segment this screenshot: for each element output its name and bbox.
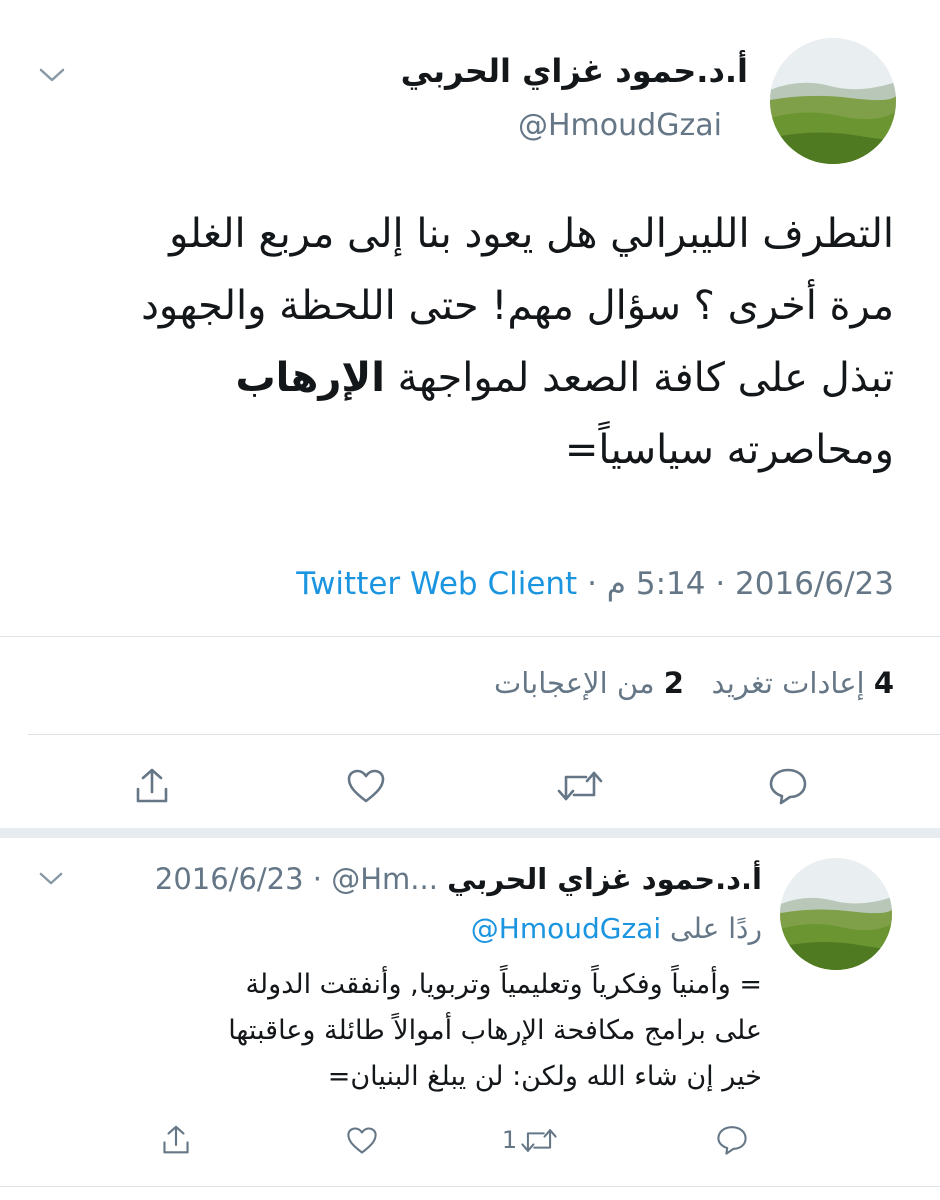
- like-button[interactable]: [340, 760, 392, 812]
- reply-icon: [717, 1126, 747, 1155]
- retweet-icon: [521, 1128, 557, 1152]
- tweet-meta: 2016/6/23 · 5:14 م · Twitter Web Client: [296, 566, 894, 602]
- replying-prefix: ردًا على: [670, 912, 762, 945]
- reply-retweet-button[interactable]: 1: [500, 1118, 560, 1162]
- reply-icon: [769, 768, 807, 805]
- retweet-button[interactable]: [552, 760, 608, 812]
- likes-label[interactable]: من الإعجابات: [494, 666, 655, 700]
- meta-separator: ·: [587, 566, 597, 602]
- tweet-client[interactable]: Twitter Web Client: [296, 566, 577, 602]
- reply-author-handle[interactable]: @Hm...: [331, 862, 438, 896]
- share-icon: [136, 768, 168, 803]
- reply-text-line: = وأمنياً وفكرياً وتعليمياً وتربويا, وأن…: [245, 969, 762, 1000]
- share-button[interactable]: [128, 760, 176, 812]
- reply-date[interactable]: 2016/6/23: [155, 862, 304, 896]
- tweet-time[interactable]: 5:14 م: [607, 566, 706, 602]
- divider: [0, 636, 940, 637]
- meta-separator: ·: [715, 566, 726, 602]
- author-handle[interactable]: @HmoudGzai: [518, 108, 722, 143]
- author-name[interactable]: أ.د.حمود غزاي الحربي: [401, 52, 748, 90]
- reply-retweet-count: 1: [501, 1126, 518, 1154]
- tweet-text-line: التطرف الليبرالي هل يعود بنا إلى مربع ال…: [169, 211, 894, 257]
- tweet-text-line: ومحاصرته سياسياً=: [564, 427, 894, 473]
- reply-reply-button[interactable]: [710, 1118, 754, 1162]
- tweet-date[interactable]: 2016/6/23: [735, 566, 894, 602]
- retweet-icon: [557, 771, 603, 801]
- likes-count[interactable]: 2: [664, 666, 684, 700]
- tweet-text-segment: تبذل على كافة الصعد لمواجهة: [384, 355, 894, 401]
- tweet-stats: 4 إعادات تغريد 2 من الإعجابات: [494, 666, 894, 700]
- reply-author-avatar[interactable]: [780, 858, 892, 970]
- author-avatar[interactable]: [770, 38, 896, 164]
- section-separator: [0, 828, 940, 838]
- chevron-down-icon[interactable]: [38, 66, 66, 88]
- heart-icon: [347, 1126, 377, 1154]
- divider: [28, 734, 940, 735]
- tweet-text: التطرف الليبرالي هل يعود بنا إلى مربع ال…: [34, 198, 894, 486]
- reply-author-name[interactable]: أ.د.حمود غزاي الحربي: [447, 862, 762, 896]
- replying-mention[interactable]: @HmoudGzai: [471, 912, 661, 945]
- retweets-count[interactable]: 4: [874, 666, 894, 700]
- reply-text-line: على برامج مكافحة الإرهاب أموالاً طائلة و…: [228, 1015, 762, 1046]
- reply-share-button[interactable]: [156, 1118, 196, 1162]
- reply-text: = وأمنياً وفكرياً وتعليمياً وتربويا, وأن…: [42, 962, 762, 1100]
- tweet-text-line: مرة أخرى ؟ سؤال مهم! حتى اللحظة والجهود: [141, 283, 894, 329]
- share-icon: [163, 1125, 189, 1154]
- reply-button[interactable]: [762, 760, 814, 812]
- retweets-label[interactable]: إعادات تغريد: [712, 666, 865, 700]
- hashtag-bold: الإرهاب: [235, 355, 385, 401]
- tweet-text-line: تبذل على كافة الصعد لمواجهة الإرهاب: [34, 342, 894, 414]
- heart-icon: [347, 769, 385, 803]
- reply-like-button[interactable]: [340, 1118, 384, 1162]
- replying-to: ردًا على @HmoudGzai: [471, 912, 762, 945]
- reply-text-line: خير إن شاء الله ولكن: لن يبلغ البنيان=: [327, 1061, 762, 1092]
- chevron-down-icon[interactable]: [38, 870, 64, 891]
- divider: [0, 1186, 940, 1187]
- meta-separator: ·: [312, 862, 323, 896]
- reply-header: أ.د.حمود غزاي الحربي @Hm... · 2016/6/23: [155, 862, 762, 896]
